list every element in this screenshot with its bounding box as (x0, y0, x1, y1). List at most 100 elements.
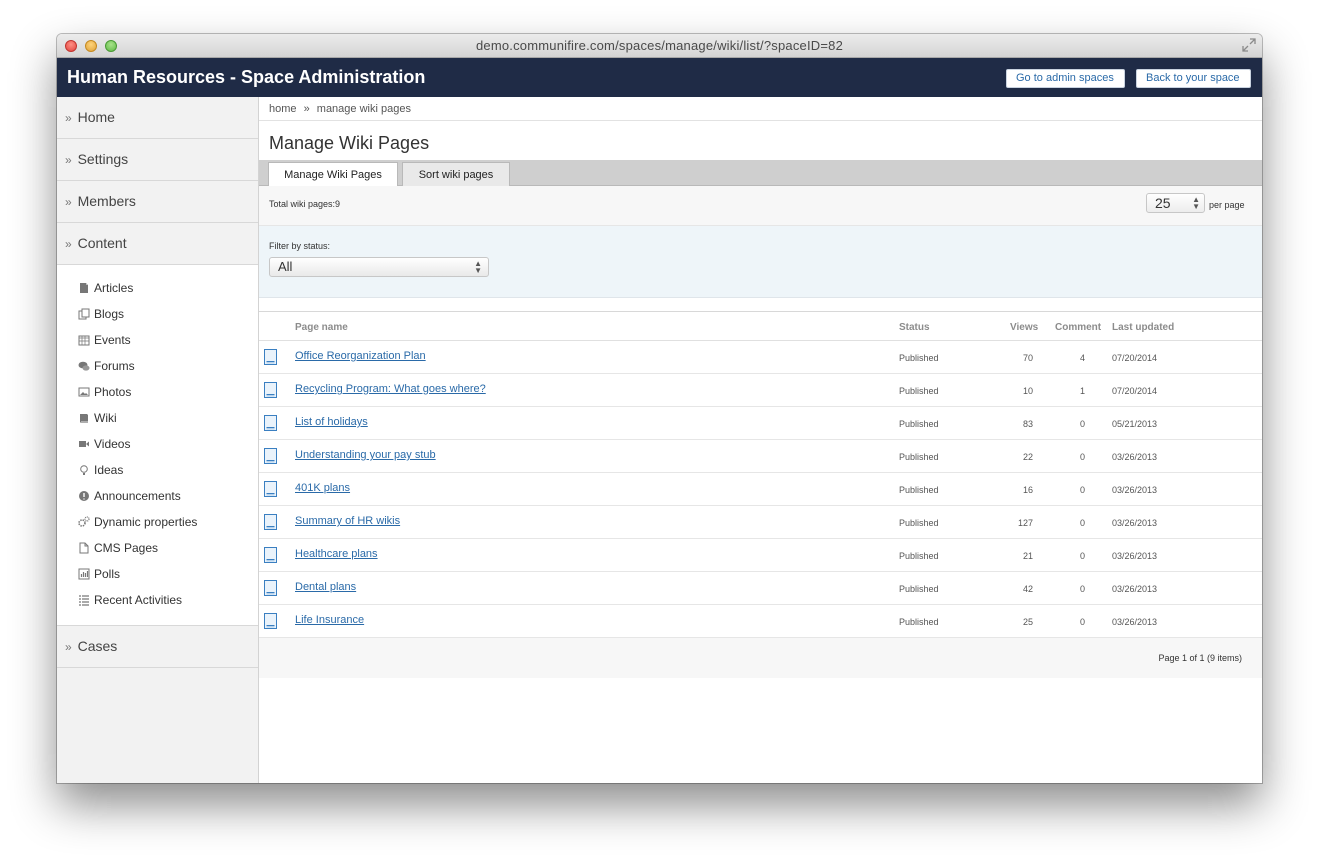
sidebar-item-label: Ideas (94, 463, 124, 477)
browser-window: demo.communifire.com/spaces/manage/wiki/… (57, 34, 1262, 783)
totals-bar: Total wiki pages:9 25 ▲ ▼ per page (259, 186, 1262, 226)
page-name-link[interactable]: Understanding your pay stub (295, 449, 436, 461)
page-name-link[interactable]: List of holidays (295, 416, 368, 428)
sidebar-item-dynamic-properties[interactable]: Dynamic properties (57, 509, 258, 535)
column-last-updated[interactable]: Last updated (1112, 322, 1174, 333)
sidebar-item-forums[interactable]: Forums (57, 353, 258, 379)
table-row: Healthcare plans Published 21 0 03/26/2013 (259, 539, 1262, 572)
sidebar-item-label: Videos (94, 437, 131, 451)
last-updated-cell: 03/26/2013 (1112, 551, 1158, 561)
list-icon (77, 594, 90, 607)
sidebar-item-wiki[interactable]: Wiki (57, 405, 258, 431)
views-cell: 22 (1022, 452, 1033, 462)
sidebar-item-events[interactable]: Events (57, 327, 258, 353)
sidebar-item-label: Blogs (94, 307, 125, 321)
last-updated-cell: 03/26/2013 (1112, 518, 1158, 528)
pager: Page 1 of 1 (9 items) (259, 638, 1262, 678)
page-name-link[interactable]: Office Reorganization Plan (295, 350, 426, 362)
raquo-icon: » (65, 111, 72, 125)
sidebar-item-label: Events (94, 333, 131, 347)
address-url[interactable]: demo.communifire.com/spaces/manage/wiki/… (57, 38, 1262, 53)
sidebar-item-label: Forums (94, 359, 135, 373)
page-name-link[interactable]: Life Insurance (295, 614, 364, 626)
column-page-name[interactable]: Page name (295, 322, 348, 333)
sidebar-item-photos[interactable]: Photos (57, 379, 258, 405)
breadcrumb-separator: » (303, 103, 310, 115)
page-icon (77, 542, 90, 555)
comments-cell: 0 (1079, 485, 1085, 495)
calendar-icon (77, 334, 90, 347)
page-name-link[interactable]: 401K plans (295, 482, 350, 494)
last-updated-cell: 03/26/2013 (1112, 617, 1158, 627)
per-page-select[interactable]: 25 ▲ ▼ (1146, 193, 1205, 213)
status-cell: Published (899, 584, 939, 594)
total-wiki-pages: Total wiki pages:9 (269, 199, 341, 209)
go-to-admin-spaces-button[interactable]: Go to admin spaces (1006, 69, 1125, 88)
sidebar-item-ideas[interactable]: Ideas (57, 457, 258, 483)
table-header: Page name Status Views Comment Last upda… (259, 311, 1262, 341)
select-arrows-icon: ▲ ▼ (1192, 195, 1200, 211)
sidebar-section-cases[interactable]: » Cases (57, 626, 258, 668)
document-icon (264, 448, 277, 464)
sidebar-item-cms-pages[interactable]: CMS Pages (57, 535, 258, 561)
page-name-link[interactable]: Recycling Program: What goes where? (295, 383, 486, 395)
forum-icon (77, 360, 90, 373)
table-row: Recycling Program: What goes where? Publi… (259, 374, 1262, 407)
back-to-space-button[interactable]: Back to your space (1136, 69, 1251, 88)
breadcrumb-home-link[interactable]: home (269, 103, 297, 115)
filter-panel: Filter by status: All ▲ ▼ (259, 226, 1262, 298)
page-name-link[interactable]: Summary of HR wikis (295, 515, 400, 527)
column-comment[interactable]: Comment (1055, 322, 1101, 333)
status-cell: Published (899, 485, 939, 495)
sidebar-item-blogs[interactable]: Blogs (57, 301, 258, 327)
table-row: Life Insurance Published 25 0 03/26/2013 (259, 605, 1262, 638)
page-name-link[interactable]: Healthcare plans (295, 548, 378, 560)
sidebar-item-recent-activities[interactable]: Recent Activities (57, 587, 258, 613)
app-header: Human Resources - Space Administration G… (57, 58, 1262, 97)
sidebar-section-home[interactable]: » Home (57, 97, 258, 139)
sidebar-section-content[interactable]: » Content (57, 223, 258, 265)
tab-manage-wiki-pages[interactable]: Manage Wiki Pages (268, 162, 398, 187)
last-updated-cell: 07/20/2014 (1112, 353, 1158, 363)
sidebar-section-label: Cases (77, 638, 118, 654)
sidebar-section-settings[interactable]: » Settings (57, 139, 258, 181)
tab-sort-wiki-pages[interactable]: Sort wiki pages (402, 162, 510, 186)
sidebar-section-label: Content (77, 235, 127, 251)
sidebar-item-label: Recent Activities (94, 593, 183, 607)
comments-cell: 0 (1079, 617, 1085, 627)
fullscreen-icon[interactable] (1242, 38, 1256, 52)
pager-text: Page 1 of 1 (9 items) (1158, 653, 1242, 663)
table-body: Office Reorganization Plan Published 70 4 07… (259, 341, 1262, 638)
sidebar-item-announcements[interactable]: Announcements (57, 483, 258, 509)
sidebar-section-label: Home (77, 109, 115, 125)
article-icon (77, 282, 90, 295)
status-cell: Published (899, 518, 939, 528)
sidebar-item-polls[interactable]: Polls (57, 561, 258, 587)
comments-cell: 0 (1079, 551, 1085, 561)
views-cell: 127 (1017, 518, 1033, 528)
last-updated-cell: 07/20/2014 (1112, 386, 1158, 396)
sidebar-section-members[interactable]: » Members (57, 181, 258, 223)
wiki-pages-table: Page name Status Views Comment Last upda… (259, 311, 1262, 678)
raquo-icon: » (65, 640, 72, 654)
status-filter-select[interactable]: All ▲ ▼ (269, 257, 489, 277)
sidebar: » Home » Settings » Members » Content Ar… (57, 97, 259, 783)
column-views[interactable]: Views (1010, 322, 1038, 333)
sidebar-item-articles[interactable]: Articles (57, 275, 258, 301)
last-updated-cell: 03/26/2013 (1112, 485, 1158, 495)
poll-chart-icon (77, 568, 90, 581)
sidebar-item-label: Polls (94, 567, 121, 581)
document-icon (264, 514, 277, 530)
column-status[interactable]: Status (899, 322, 930, 333)
views-cell: 21 (1022, 551, 1033, 561)
sidebar-item-videos[interactable]: Videos (57, 431, 258, 457)
views-cell: 70 (1022, 353, 1033, 363)
info-icon (77, 490, 90, 503)
wiki-icon (77, 412, 90, 425)
status-cell: Published (899, 617, 939, 627)
status-cell: Published (899, 419, 939, 429)
page-name-link[interactable]: Dental plans (295, 581, 356, 593)
status-cell: Published (899, 386, 939, 396)
filter-status-label: Filter by status: (269, 241, 331, 251)
breadcrumb-current: manage wiki pages (316, 103, 411, 115)
